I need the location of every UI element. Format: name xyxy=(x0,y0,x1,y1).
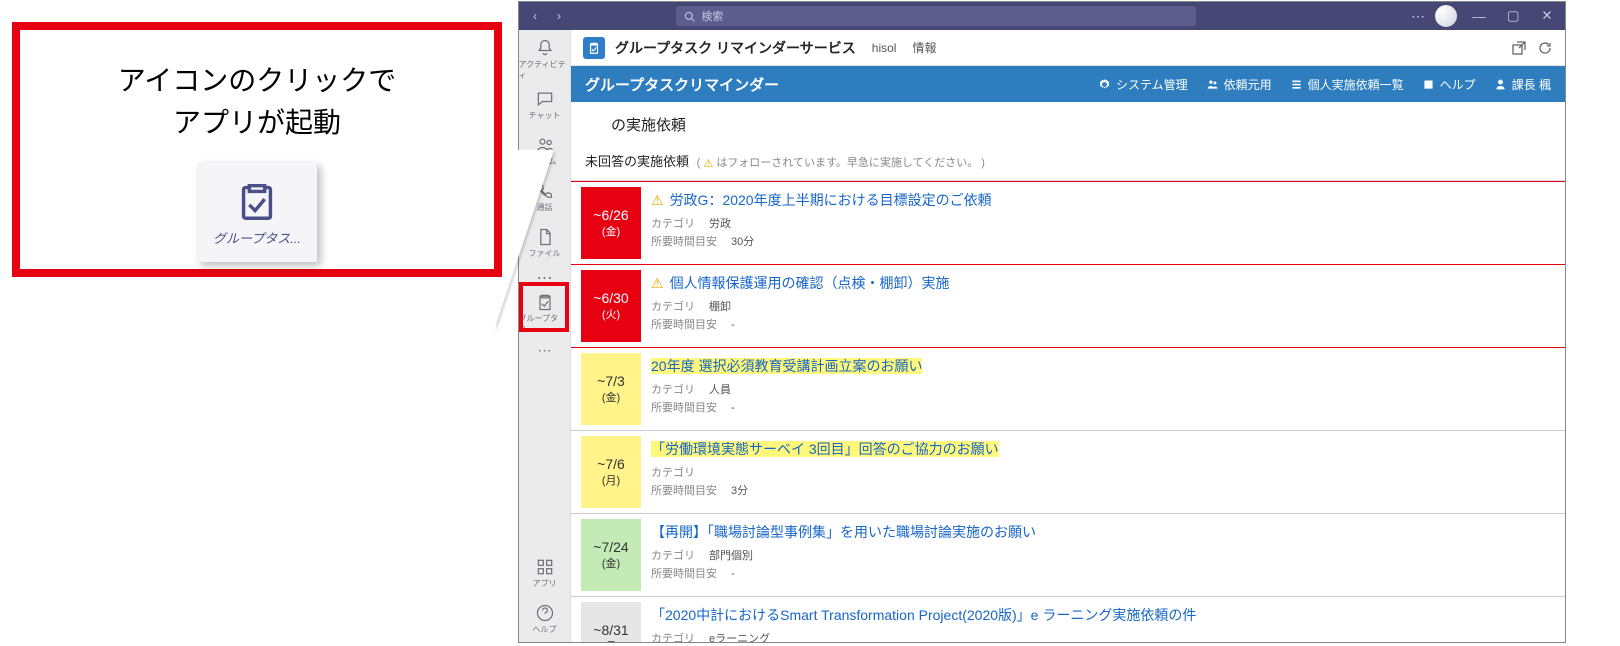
app-title: グループタスク リマインダーサービス xyxy=(615,38,856,58)
warning-icon: ⚠ xyxy=(651,192,664,209)
task-meta: カテゴリ人員 所要時間目安- xyxy=(651,382,1551,417)
task-date: ~7/24 xyxy=(593,539,628,555)
titlebar: ‹ › 検索 ⋯ — ▢ ✕ xyxy=(519,2,1565,30)
highlight-box xyxy=(519,282,569,332)
task-meta: カテゴリ棚卸 所要時間目安- xyxy=(651,299,1551,334)
warning-icon: ⚠ xyxy=(651,275,664,292)
back-button[interactable]: ‹ xyxy=(525,6,545,26)
refresh-icon[interactable] xyxy=(1537,40,1553,56)
task-title[interactable]: 「2020中計におけるSmart Transformation Project(… xyxy=(651,605,1551,625)
task-title[interactable]: 「労働環境実態サーベイ 3回目」回答のご協力のお願い xyxy=(651,439,1551,459)
task-datebox: ~7/6 (月) xyxy=(581,436,641,508)
menu-requester[interactable]: 依頼元用 xyxy=(1206,76,1272,93)
task-datebox: ~8/31 (月) xyxy=(581,602,641,642)
tab-info[interactable]: 情報 xyxy=(912,39,936,56)
menu-help[interactable]: ヘルプ xyxy=(1422,76,1476,93)
rail-chat[interactable]: チャット xyxy=(519,82,571,128)
avatar[interactable] xyxy=(1435,5,1457,27)
task-datebox: ~6/26 (金) xyxy=(581,187,641,259)
task-datebox: ~7/3 (金) xyxy=(581,353,641,425)
gear-icon xyxy=(1098,78,1111,91)
app-header: グループタスク リマインダーサービス hisol 情報 xyxy=(571,30,1565,66)
left-rail: アクティビティ チャット チーム 通話 ファイル ⋯ xyxy=(519,30,571,642)
popout-icon[interactable] xyxy=(1511,40,1527,56)
maximize-button[interactable]: ▢ xyxy=(1501,4,1525,28)
task-meta: カテゴリeラーニング 所要時間目安 xyxy=(651,631,1551,642)
task-title[interactable]: ⚠個人情報保護運用の確認（点検・棚卸）実施 xyxy=(651,273,1551,293)
help-icon xyxy=(535,603,555,623)
task-dow: (火) xyxy=(602,306,620,322)
nav-buttons: ‹ › xyxy=(525,6,569,26)
task-body: ⚠労政G：2020年度上半期における目標設定のご依頼 カテゴリ労政 所要時間目安… xyxy=(641,182,1565,264)
task-dow: (月) xyxy=(602,638,620,642)
apps-icon xyxy=(535,557,555,577)
sub-title: 未回答の実施依頼 ( ⚠ はフォローされています。早急に実施してください。 ) xyxy=(571,145,1565,181)
task-row[interactable]: ~7/6 (月) 「労働環境実態サーベイ 3回目」回答のご協力のお願い カテゴリ… xyxy=(571,431,1565,514)
chat-icon xyxy=(535,89,555,109)
task-date: ~7/3 xyxy=(597,373,625,389)
task-date: ~6/30 xyxy=(593,290,628,306)
minimize-button[interactable]: — xyxy=(1467,4,1491,28)
task-list: ~6/26 (金) ⚠労政G：2020年度上半期における目標設定のご依頼 カテゴ… xyxy=(571,181,1565,642)
search-box[interactable]: 検索 xyxy=(676,6,1196,26)
forward-button[interactable]: › xyxy=(549,6,569,26)
section-title: の実施依頼 xyxy=(571,102,1565,145)
task-date: ~7/6 xyxy=(597,456,625,472)
list-icon xyxy=(1290,78,1303,91)
task-dow: (金) xyxy=(602,223,620,239)
callout-tile-label: グループタス... xyxy=(213,228,301,247)
task-meta: カテゴリ 所要時間目安3分 xyxy=(651,465,1551,500)
task-meta: カテゴリ部門個別 所要時間目安- xyxy=(651,548,1551,583)
book-icon xyxy=(1422,78,1435,91)
app-menu-title: グループタスクリマインダー xyxy=(585,74,779,95)
task-body: 「2020中計におけるSmart Transformation Project(… xyxy=(641,597,1565,642)
clipboard-check-icon xyxy=(234,178,280,224)
main-content: グループタスク リマインダーサービス hisol 情報 グループタスクリマインダ… xyxy=(571,30,1565,642)
close-button[interactable]: ✕ xyxy=(1535,4,1559,28)
app-menu-bar: グループタスクリマインダー システム管理 依頼元用 個人実施依頼一覧 ヘルプ 課… xyxy=(571,66,1565,102)
task-title[interactable]: 20年度 選択必須教育受講計画立案のお願い xyxy=(651,356,1551,376)
task-datebox: ~6/30 (火) xyxy=(581,270,641,342)
app-icon xyxy=(583,37,605,59)
teams-window: ‹ › 検索 ⋯ — ▢ ✕ アクティビティ チャット xyxy=(518,1,1566,643)
task-row[interactable]: ~6/26 (金) ⚠労政G：2020年度上半期における目標設定のご依頼 カテゴ… xyxy=(571,181,1565,265)
task-meta: カテゴリ労政 所要時間目安30分 xyxy=(651,216,1551,251)
task-date: ~8/31 xyxy=(593,622,628,638)
magnifier-icon xyxy=(684,11,695,22)
task-datebox: ~7/24 (金) xyxy=(581,519,641,591)
task-row[interactable]: ~6/30 (火) ⚠個人情報保護運用の確認（点検・棚卸）実施 カテゴリ棚卸 所… xyxy=(571,265,1565,348)
task-body: 【再開】「職場討論型事例集」を用いた職場討論実施のお願い カテゴリ部門個別 所要… xyxy=(641,514,1565,596)
rail-more[interactable]: ⋯ xyxy=(538,342,552,359)
task-dow: (金) xyxy=(602,555,620,571)
task-date: ~6/26 xyxy=(593,207,628,223)
task-body: ⚠個人情報保護運用の確認（点検・棚卸）実施 カテゴリ棚卸 所要時間目安- xyxy=(641,265,1565,347)
task-title[interactable]: ⚠労政G：2020年度上半期における目標設定のご依頼 xyxy=(651,190,1551,210)
task-row[interactable]: ~7/24 (金) 【再開】「職場討論型事例集」を用いた職場討論実施のお願い カ… xyxy=(571,514,1565,597)
menu-system[interactable]: システム管理 xyxy=(1098,76,1188,93)
task-row[interactable]: ~7/3 (金) 20年度 選択必須教育受講計画立案のお願い カテゴリ人員 所要… xyxy=(571,348,1565,431)
search-placeholder: 検索 xyxy=(701,8,723,24)
task-body: 20年度 選択必須教育受講計画立案のお願い カテゴリ人員 所要時間目安- xyxy=(641,348,1565,430)
task-body: 「労働環境実態サーベイ 3回目」回答のご協力のお願い カテゴリ 所要時間目安3分 xyxy=(641,431,1565,513)
callout-text: アイコンのクリックでアプリが起動 xyxy=(118,60,397,144)
menu-personal-list[interactable]: 個人実施依頼一覧 xyxy=(1290,76,1404,93)
callout-app-tile: グループタス... xyxy=(197,162,317,262)
task-row[interactable]: ~8/31 (月) 「2020中計におけるSmart Transformatio… xyxy=(571,597,1565,642)
person-icon xyxy=(1494,78,1507,91)
tab-hisol[interactable]: hisol xyxy=(872,41,897,55)
clipboard-check-icon xyxy=(587,41,601,55)
menu-user[interactable]: 課長 楓 xyxy=(1494,76,1551,93)
more-icon[interactable]: ⋯ xyxy=(1411,8,1425,25)
people-icon xyxy=(1206,78,1219,91)
task-dow: (金) xyxy=(602,389,620,405)
callout-box: アイコンのクリックでアプリが起動 グループタス... xyxy=(12,22,502,277)
rail-activity[interactable]: アクティビティ xyxy=(519,36,571,82)
rail-help[interactable]: ヘルプ xyxy=(519,596,571,642)
warning-icon: ⚠ xyxy=(703,157,713,170)
window-controls: ⋯ — ▢ ✕ xyxy=(1411,4,1559,28)
task-dow: (月) xyxy=(602,472,620,488)
rail-apps[interactable]: アプリ xyxy=(519,550,571,596)
task-title[interactable]: 【再開】「職場討論型事例集」を用いた職場討論実施のお願い xyxy=(651,522,1551,542)
bell-icon xyxy=(535,38,555,58)
